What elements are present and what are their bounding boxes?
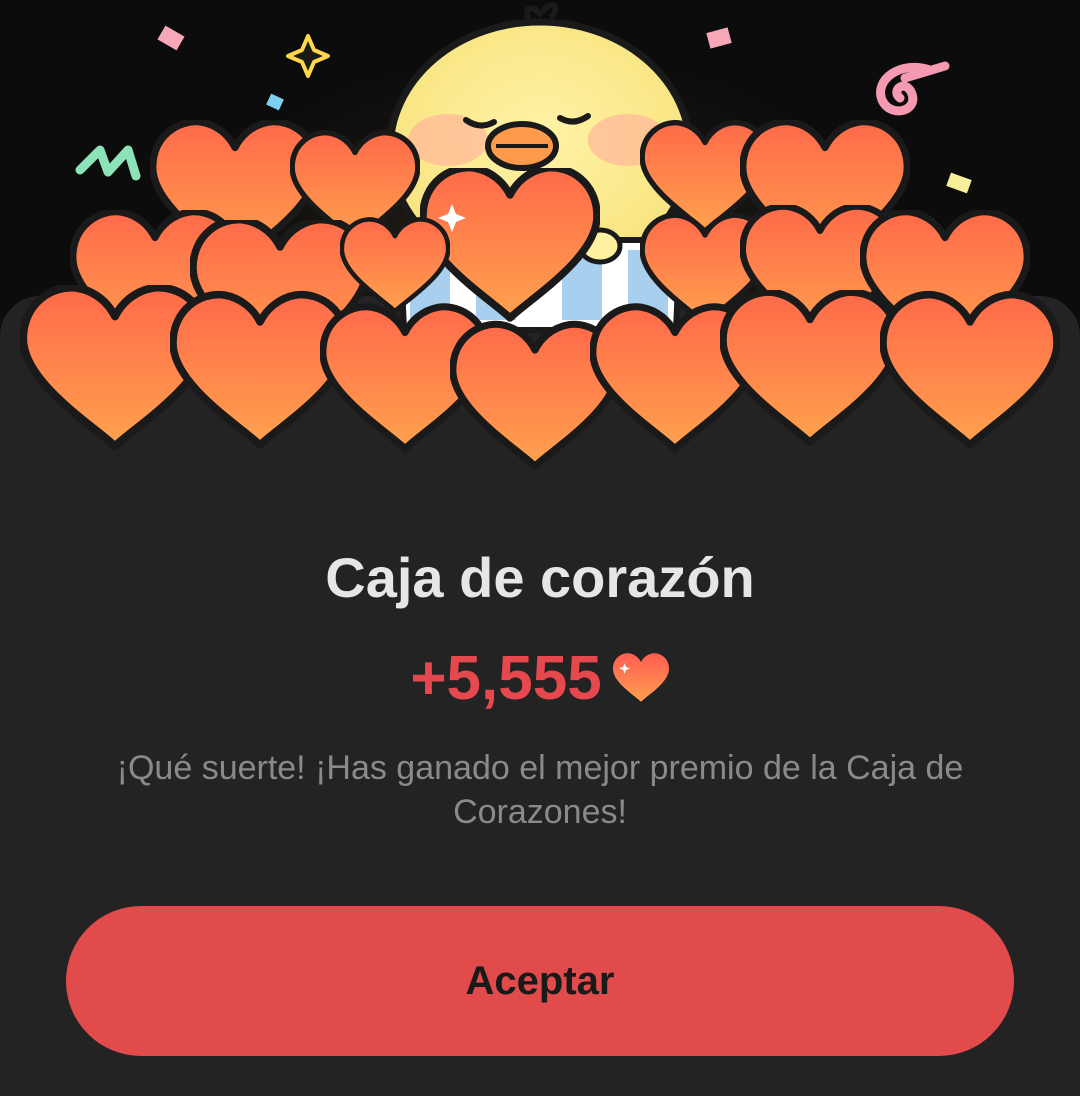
dialog-title: Caja de corazón bbox=[325, 546, 755, 609]
reward-amount: +5,555 bbox=[410, 643, 602, 713]
accept-button[interactable]: Aceptar bbox=[66, 906, 1014, 1056]
reward-message: ¡Qué suerte! ¡Has ganado el mejor premio… bbox=[116, 749, 964, 831]
reward-illustration bbox=[0, 1, 1080, 500]
heart-icon bbox=[612, 653, 669, 702]
reward-row: +5,555 bbox=[0, 640, 1080, 716]
